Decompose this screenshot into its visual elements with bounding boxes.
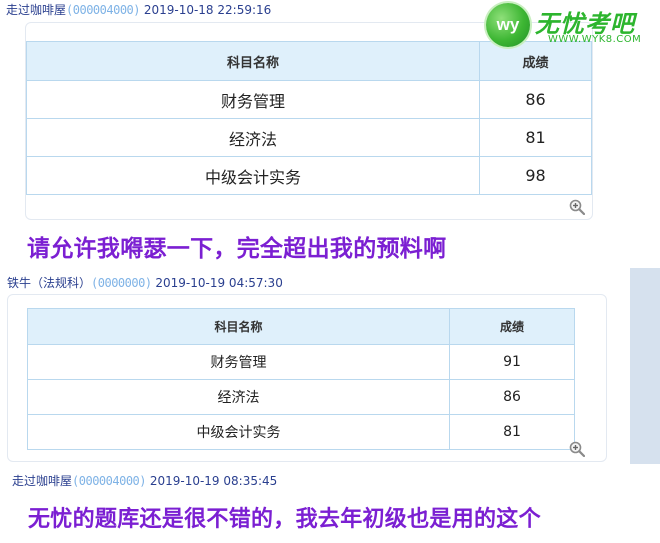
post-2-masked-id: (0000000) (91, 276, 152, 290)
subject-cell: 经济法 (26, 118, 480, 157)
post-3-timestamp: 2019-10-19 08:35:45 (149, 474, 278, 488)
header-subject: 科目名称 (27, 308, 450, 345)
post-3-masked-id: (000004000) (72, 474, 146, 488)
table-row: 经济法 86 (27, 379, 575, 415)
header-score: 成绩 (479, 41, 592, 81)
post-2-meta: 铁牛（法规科）(0000000) 2019-10-19 04:57:30 (7, 274, 283, 291)
table-header-row: 科目名称 成绩 (27, 308, 575, 345)
table-row: 财务管理 91 (27, 344, 575, 380)
subject-cell: 财务管理 (26, 80, 480, 119)
table-row: 中级会计实务 81 (27, 414, 575, 450)
score-cell: 81 (449, 414, 575, 450)
subject-cell: 财务管理 (27, 344, 450, 380)
table-row: 经济法 81 (26, 118, 592, 157)
watermark-url: WWW.WYK8.COM (548, 34, 642, 45)
post-1-score-table: 科目名称 成绩 财务管理 86 经济法 81 中级会计实务 98 (26, 41, 592, 195)
post-3-meta: 走过咖啡屋(000004000) 2019-10-19 08:35:45 (12, 472, 277, 489)
post-2-timestamp: 2019-10-19 04:57:30 (155, 276, 283, 290)
table-row: 中级会计实务 98 (26, 156, 592, 195)
score-cell: 98 (479, 156, 592, 195)
post-1-timestamp: 2019-10-18 22:59:16 (143, 3, 272, 17)
score-cell: 91 (449, 344, 575, 380)
subject-cell: 中级会计实务 (26, 156, 480, 195)
header-score: 成绩 (449, 308, 575, 345)
post-3-author[interactable]: 走过咖啡屋 (12, 474, 72, 488)
zoom-in-icon[interactable] (569, 199, 585, 215)
side-panel-background (630, 268, 660, 464)
score-cell: 86 (449, 379, 575, 415)
post-2-card: 科目名称 成绩 财务管理 91 经济法 86 中级会计实务 81 (7, 294, 607, 462)
post-2-author[interactable]: 铁牛（法规科） (7, 276, 91, 290)
table-row: 财务管理 86 (26, 80, 592, 119)
header-subject: 科目名称 (26, 41, 480, 81)
score-cell: 81 (479, 118, 592, 157)
post-3-comment: 无忧的题库还是很不错的，我去年初级也是用的这个 (28, 507, 541, 532)
watermark-badge: wy (486, 3, 530, 47)
subject-cell: 中级会计实务 (27, 414, 450, 450)
zoom-in-icon[interactable] (569, 441, 585, 457)
post-1-comment: 请允许我嘚瑟一下，完全超出我的预料啊 (27, 236, 447, 262)
table-header-row: 科目名称 成绩 (26, 41, 592, 81)
subject-cell: 经济法 (27, 379, 450, 415)
post-1-meta: 走过咖啡屋(000004000) 2019-10-18 22:59:16 (6, 1, 271, 18)
post-1-author[interactable]: 走过咖啡屋 (6, 3, 66, 17)
post-1-masked-id: (000004000) (66, 3, 140, 17)
score-cell: 86 (479, 80, 592, 119)
post-2-score-table: 科目名称 成绩 财务管理 91 经济法 86 中级会计实务 81 (27, 308, 575, 450)
post-1-card: 科目名称 成绩 财务管理 86 经济法 81 中级会计实务 98 (25, 22, 593, 220)
